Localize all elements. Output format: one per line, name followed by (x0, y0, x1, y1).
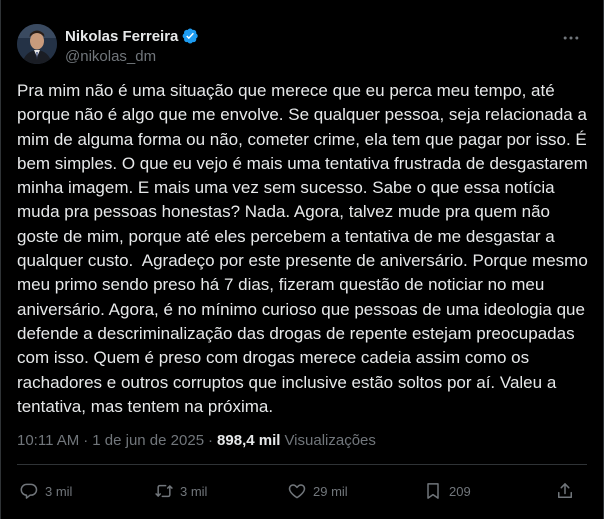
tweet-detail: Nikolas Ferreira @nikolas_dm Pra mim não… (0, 0, 604, 519)
repost-button[interactable]: 3 mil (154, 478, 207, 504)
tweet-meta: 10:11 AM · 1 de jun de 2025 · 898,4 mil … (17, 432, 376, 449)
meta-separator: · (83, 432, 89, 449)
tweet-header: Nikolas Ferreira @nikolas_dm (17, 24, 589, 68)
bookmark-icon (427, 483, 439, 499)
views-count: 898,4 mil (217, 432, 281, 449)
divider (17, 464, 587, 465)
display-name[interactable]: Nikolas Ferreira (65, 28, 178, 45)
action-bar: 3 mil 3 mil 29 mil 209 (17, 478, 589, 504)
display-name-row: Nikolas Ferreira (65, 26, 199, 46)
reply-count: 3 mil (45, 483, 73, 499)
author-names: Nikolas Ferreira @nikolas_dm (65, 26, 199, 65)
tweet-time[interactable]: 10:11 AM (17, 432, 79, 449)
avatar[interactable] (17, 24, 57, 64)
views-label: Visualizações (284, 432, 376, 449)
tweet-date[interactable]: 1 de jun de 2025 (92, 432, 204, 449)
share-button[interactable] (555, 478, 575, 504)
share-icon (558, 483, 572, 498)
reply-button[interactable]: 3 mil (19, 478, 72, 504)
author-handle[interactable]: @nikolas_dm (65, 48, 199, 65)
repost-icon (155, 484, 173, 498)
more-dots-icon[interactable] (557, 24, 585, 52)
reply-icon (20, 483, 38, 499)
verified-badge-icon (183, 28, 199, 44)
like-button[interactable]: 29 mil (287, 478, 348, 504)
meta-separator-2: · (208, 432, 214, 449)
bookmark-button[interactable]: 209 (423, 478, 471, 504)
like-count: 29 mil (313, 483, 348, 499)
bookmark-count: 209 (449, 483, 471, 499)
repost-count: 3 mil (180, 483, 208, 499)
heart-icon (288, 484, 306, 499)
tweet-text: Pra mim não é uma situação que merece qu… (17, 81, 593, 416)
